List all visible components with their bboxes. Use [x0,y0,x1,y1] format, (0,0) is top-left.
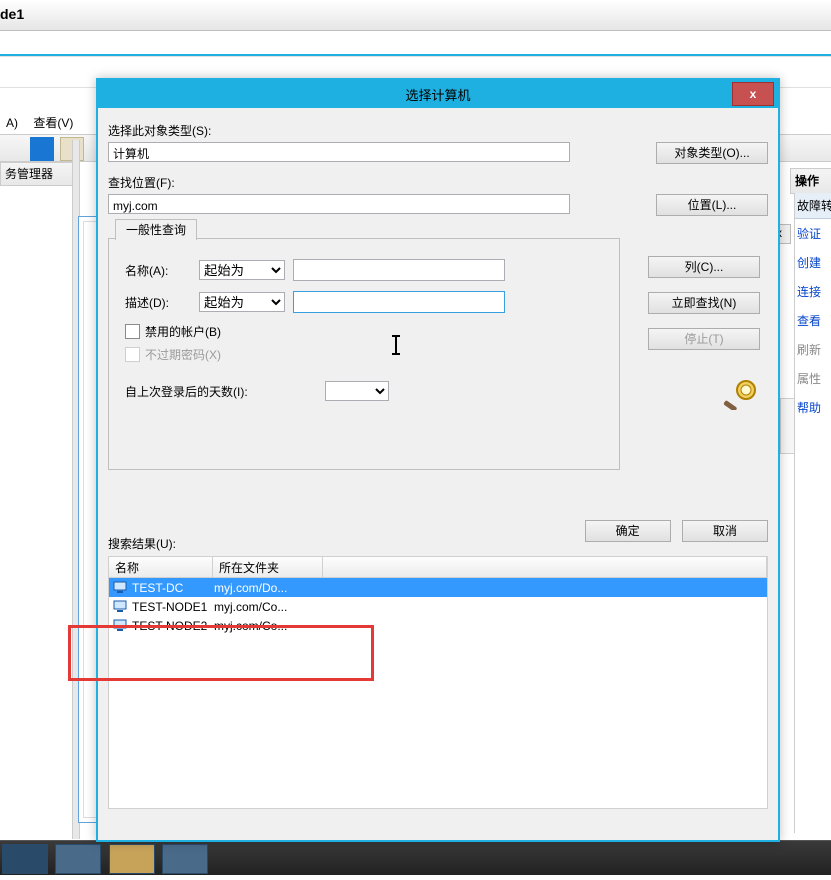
computer-icon [113,619,129,633]
action-link-3[interactable]: 查看 [795,306,831,335]
name-label: 名称(A): [109,262,199,279]
description-label: 描述(D): [109,294,199,311]
col-name[interactable]: 名称 [109,557,213,577]
col-folder[interactable]: 所在文件夹 [213,557,323,577]
action-link-0[interactable]: 验证 [795,219,831,248]
action-link-6[interactable]: 帮助 [795,393,831,422]
help-icon[interactable] [30,137,54,161]
non-expiring-label: 不过期密码(X) [145,346,221,363]
object-type-field[interactable]: 计算机 [108,142,570,162]
name-match-select[interactable]: 起始为 [199,260,285,280]
taskbar-start[interactable] [2,844,48,874]
tree-header: 务管理器 [0,162,78,186]
results-list[interactable]: TEST-DC myj.com/Do... TEST-NODE1 myj.com… [108,578,768,809]
menu-file[interactable]: A) [0,112,24,134]
result-folder: myj.com/Co... [214,619,287,633]
taskbar-item-2[interactable] [109,844,155,874]
menu-view[interactable]: 查看(V) [27,110,79,135]
result-row-0[interactable]: TEST-DC myj.com/Do... [109,578,767,597]
actions-section-title: 故障转 [795,193,831,219]
description-match-select[interactable]: 起始为 [199,292,285,312]
location-label: 查找位置(F): [108,174,768,191]
taskbar-item-1[interactable] [55,844,101,874]
select-computer-dialog: 选择计算机 x 选择此对象类型(S): 计算机 对象类型(O)... 查找位置(… [96,78,780,842]
action-link-5[interactable]: 属性 [795,364,831,393]
find-now-button[interactable]: 立即查找(N) [648,292,760,314]
locations-button[interactable]: 位置(L)... [656,194,768,216]
result-folder: myj.com/Do... [214,581,287,595]
days-since-logon-select[interactable] [325,381,389,401]
description-input[interactable] [293,291,505,313]
action-link-2[interactable]: 连接 [795,277,831,306]
computer-icon [113,600,129,614]
search-icon [648,378,768,413]
object-type-label: 选择此对象类型(S): [108,122,768,139]
result-name: TEST-DC [132,581,214,595]
actions-panel: 故障转 验证 创建 连接 查看 刷新 属性 帮助 [794,193,831,833]
dialog-title: 选择计算机 [98,85,778,104]
disabled-accounts-checkbox[interactable] [125,324,140,339]
text-cursor-icon [395,337,397,353]
ok-button[interactable]: 确定 [585,520,671,542]
taskbar[interactable] [0,840,831,875]
parent-title: de1 [0,6,24,22]
disabled-accounts-label: 禁用的帐户(B) [145,323,221,340]
name-input[interactable] [293,259,505,281]
dialog-titlebar[interactable]: 选择计算机 x [98,80,778,108]
common-queries-tab[interactable]: 一般性查询 [115,219,197,240]
toolbar-btn-1[interactable] [1,137,25,161]
result-row-1[interactable]: TEST-NODE1 myj.com/Co... [109,597,767,616]
stop-button: 停止(T) [648,328,760,350]
action-link-1[interactable]: 创建 [795,248,831,277]
days-since-logon-label: 自上次登录后的天数(I): [109,383,325,400]
parent-titlebar: de1 [0,0,831,31]
taskbar-item-3[interactable] [162,844,208,874]
object-types-button[interactable]: 对象类型(O)... [656,142,768,164]
result-row-2[interactable]: TEST-NODE2 myj.com/Co... [109,616,767,635]
columns-button[interactable]: 列(C)... [648,256,760,278]
result-name: TEST-NODE1 [132,600,214,614]
search-results-label: 搜索结果(U): [108,535,176,552]
location-field[interactable]: myj.com [108,194,570,214]
results-header[interactable]: 名称 所在文件夹 [108,556,768,578]
close-button[interactable]: x [732,82,774,106]
result-folder: myj.com/Co... [214,600,287,614]
action-link-4[interactable]: 刷新 [795,335,831,364]
actions-header: 操作 [790,168,831,194]
dialog-body: 选择此对象类型(S): 计算机 对象类型(O)... 查找位置(F): myj.… [108,118,768,830]
cancel-button[interactable]: 取消 [682,520,768,542]
computer-icon [113,581,129,595]
result-name: TEST-NODE2 [132,619,214,633]
col-spacer [323,557,767,577]
non-expiring-checkbox [125,347,140,362]
